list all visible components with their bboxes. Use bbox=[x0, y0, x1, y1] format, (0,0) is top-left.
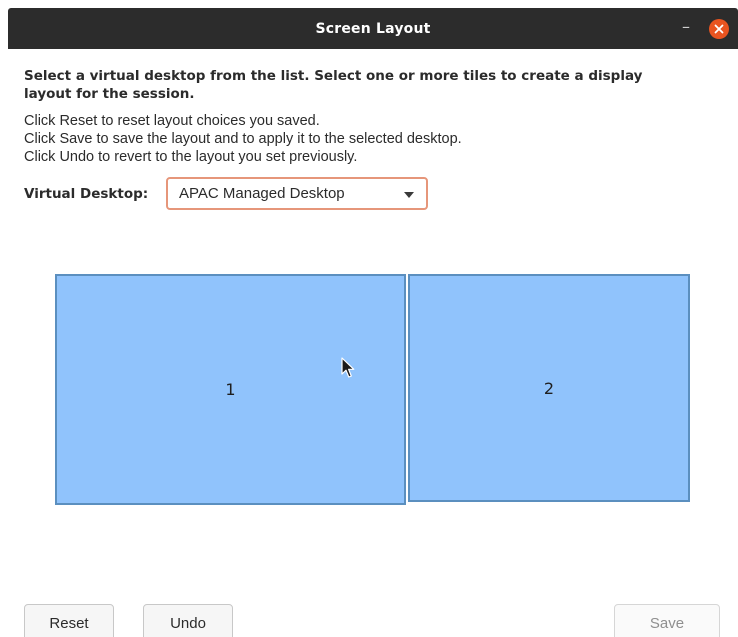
virtual-desktop-dropdown[interactable]: APAC Managed Desktop bbox=[166, 177, 428, 210]
display-tile-2[interactable]: 2 bbox=[408, 274, 690, 502]
chevron-down-icon bbox=[404, 192, 414, 198]
reset-button[interactable]: Reset bbox=[24, 604, 114, 637]
virtual-desktop-label: Virtual Desktop: bbox=[24, 186, 149, 202]
instruction-reset: Click Reset to reset layout choices you … bbox=[24, 113, 320, 129]
instructions-text: Click Reset to reset layout choices you … bbox=[24, 112, 462, 166]
save-button[interactable]: Save bbox=[614, 604, 720, 637]
close-icon bbox=[714, 24, 724, 34]
undo-button[interactable]: Undo bbox=[143, 604, 233, 637]
title-bar: Screen Layout – bbox=[8, 8, 738, 49]
close-button[interactable] bbox=[709, 19, 729, 39]
screen-layout-window: Screen Layout – Select a virtual desktop… bbox=[0, 0, 738, 637]
tile-label: 2 bbox=[543, 378, 555, 398]
mouse-pointer-icon bbox=[341, 357, 355, 378]
virtual-desktop-selected: APAC Managed Desktop bbox=[179, 185, 345, 202]
window-title: Screen Layout bbox=[315, 20, 431, 37]
minimize-icon: – bbox=[682, 17, 690, 36]
tile-label: 1 bbox=[225, 380, 236, 399]
instruction-save: Click Save to save the layout and to app… bbox=[24, 131, 462, 147]
instruction-undo: Click Undo to revert to the layout you s… bbox=[24, 149, 358, 165]
instructions-heading: Select a virtual desktop from the list. … bbox=[24, 68, 643, 102]
minimize-button[interactable]: – bbox=[677, 18, 695, 36]
display-tile-1[interactable]: 1 bbox=[55, 274, 406, 505]
